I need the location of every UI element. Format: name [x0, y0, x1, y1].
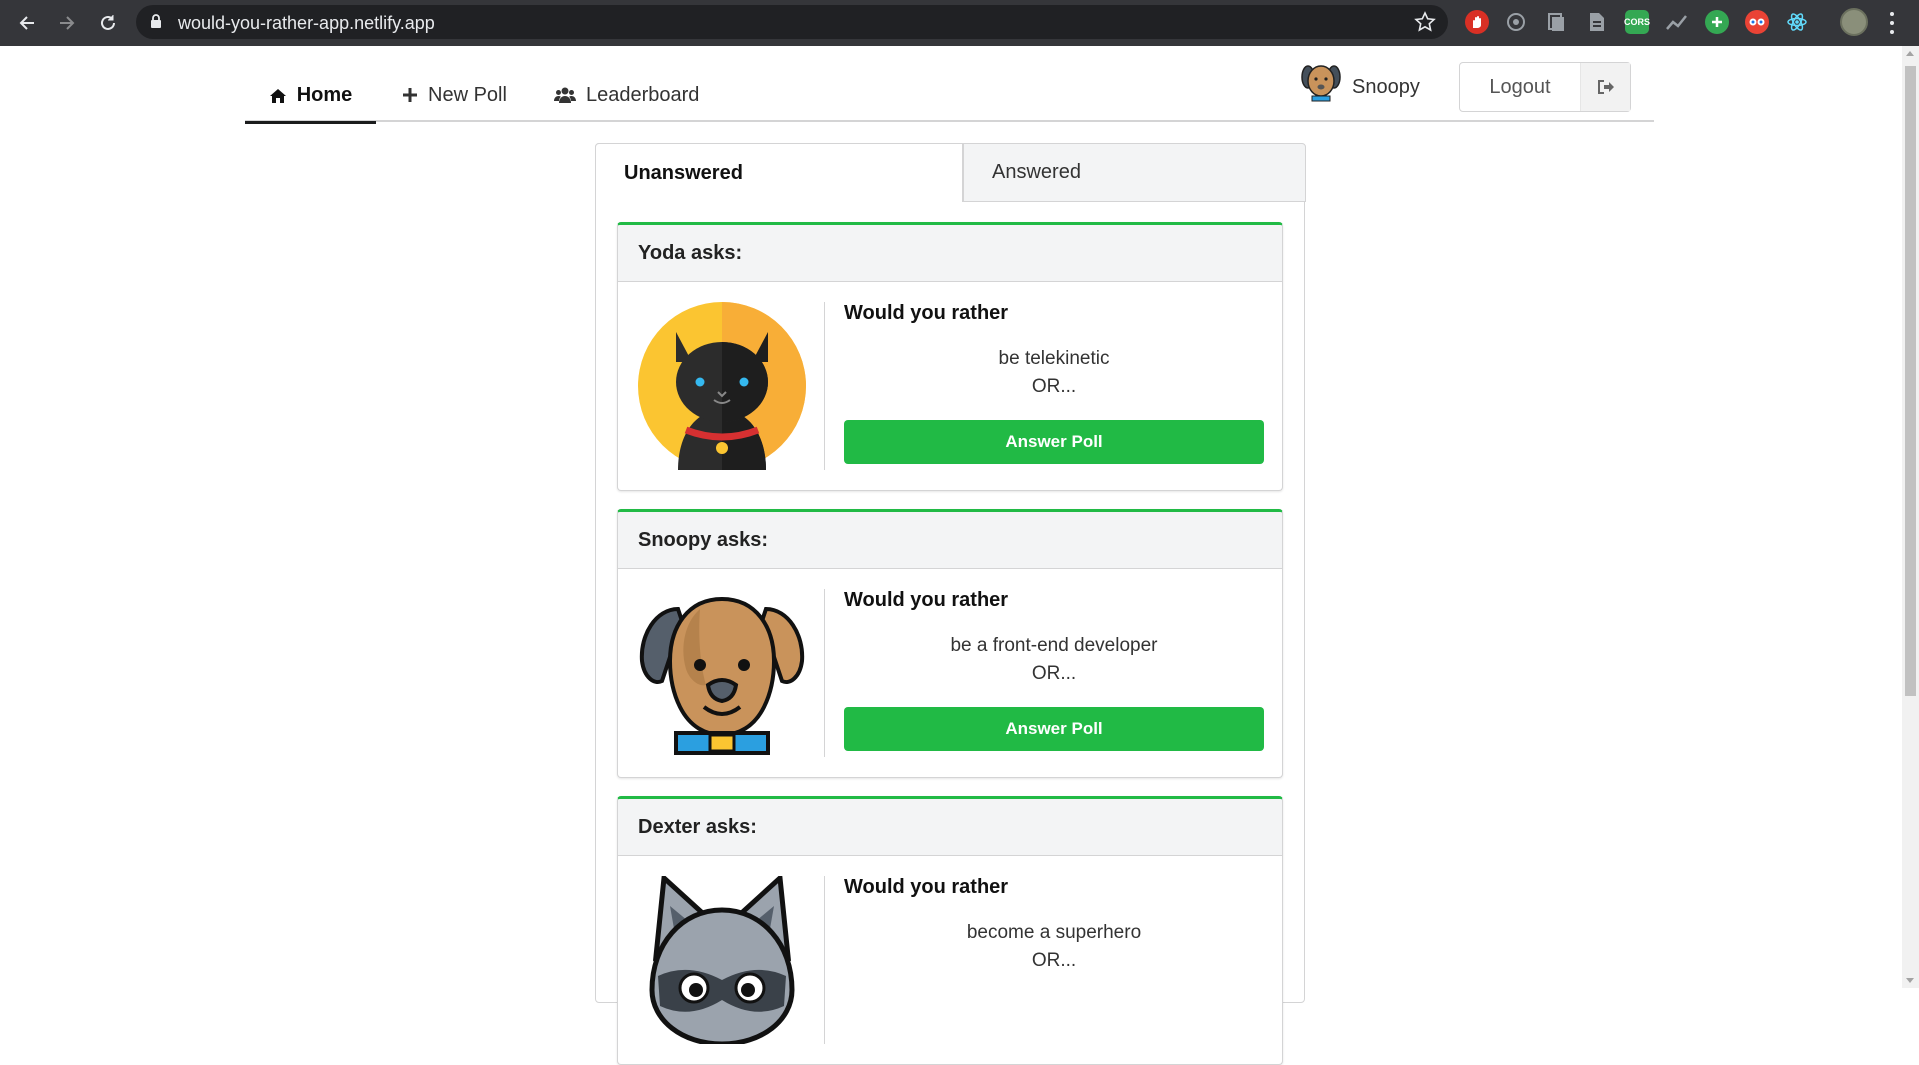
- card-divider: [824, 876, 825, 1044]
- plus-icon: [403, 88, 417, 102]
- question-card: Dexter asks: Would you rather become a s…: [617, 796, 1283, 1065]
- option-one-text: become a superhero: [966, 922, 1142, 943]
- tab-unanswered[interactable]: Unanswered: [595, 143, 963, 202]
- stats-icon[interactable]: [1665, 10, 1689, 34]
- option-one-text: be telekinetic: [998, 348, 1110, 369]
- nav-leaderboard-label: Leaderboard: [586, 83, 700, 106]
- dog-avatar-small: [1301, 65, 1341, 102]
- raccoon-avatar: [649, 876, 795, 1044]
- question-author: Dexter asks:: [618, 799, 1282, 856]
- page-scrollbar[interactable]: [1902, 46, 1919, 988]
- nav-leaderboard[interactable]: Leaderboard: [554, 70, 699, 120]
- nav-new-poll-label: New Poll: [428, 83, 507, 106]
- react-icon[interactable]: [1785, 10, 1809, 34]
- answer-poll-button[interactable]: Answer Poll: [844, 420, 1264, 464]
- address-bar[interactable]: would-you-rather-app.netlify.app: [136, 5, 1448, 39]
- current-user: Snoopy: [1300, 61, 1420, 103]
- back-icon[interactable]: [14, 10, 40, 36]
- browser-toolbar: would-you-rather-app.netlify.app CORS: [0, 0, 1919, 46]
- browser-menu-icon[interactable]: [1884, 10, 1900, 36]
- question-author: Snoopy asks:: [618, 512, 1282, 569]
- dog-avatar: [639, 596, 805, 755]
- cat-avatar: [638, 302, 806, 470]
- answer-poll-button[interactable]: Answer Poll: [844, 707, 1264, 751]
- bookmark-star-icon[interactable]: [1414, 11, 1436, 38]
- scroll-up-icon[interactable]: [1906, 51, 1914, 56]
- cors-icon[interactable]: CORS: [1624, 10, 1650, 34]
- users-icon: [554, 87, 576, 103]
- option-one-text: be a front-end developer: [950, 635, 1158, 656]
- url-text: would-you-rather-app.netlify.app: [178, 13, 435, 33]
- question-title: Would you rather: [844, 589, 1009, 611]
- or-text: OR...: [1031, 376, 1077, 397]
- nav-home-label: Home: [296, 84, 353, 106]
- card-divider: [824, 589, 825, 757]
- tab-answered-label: Answered: [992, 161, 1081, 183]
- pages-icon[interactable]: [1544, 10, 1568, 34]
- logout-label: Logout: [1489, 75, 1551, 98]
- question-tabs-container: Unanswered Answered Yoda asks: Would you…: [595, 143, 1306, 1065]
- question-card: Snoopy asks: Would you rather be a front…: [617, 509, 1283, 778]
- nav-home[interactable]: Home: [245, 70, 376, 124]
- scrollbar-thumb[interactable]: [1905, 66, 1916, 696]
- tab-unanswered-label: Unanswered: [624, 161, 743, 184]
- top-menu: Home New Poll Leaderboard Snoopy Logout: [245, 58, 1654, 124]
- question-title: Would you rather: [844, 876, 1009, 898]
- reload-icon[interactable]: [95, 10, 121, 36]
- home-icon: [269, 88, 286, 103]
- browser-profile-avatar[interactable]: [1840, 8, 1868, 36]
- nav-new-poll[interactable]: New Poll: [402, 70, 507, 120]
- glasses-icon[interactable]: [1745, 10, 1769, 34]
- tab-answered[interactable]: Answered: [963, 143, 1306, 202]
- sign-out-icon: [1580, 63, 1630, 111]
- question-author: Yoda asks:: [618, 225, 1282, 282]
- logout-button[interactable]: Logout: [1459, 62, 1631, 112]
- question-title: Would you rather: [844, 302, 1009, 324]
- lock-icon: [150, 14, 162, 34]
- plus-extension-icon[interactable]: [1705, 10, 1729, 34]
- scroll-down-icon[interactable]: [1906, 978, 1914, 983]
- question-card: Yoda asks: Would you rather be telekinet…: [617, 222, 1283, 491]
- card-divider: [824, 302, 825, 470]
- or-text: OR...: [1031, 950, 1077, 971]
- forward-icon[interactable]: [54, 10, 80, 36]
- podcast-icon[interactable]: [1504, 10, 1528, 34]
- adblock-icon[interactable]: [1465, 10, 1489, 34]
- docs-icon[interactable]: [1585, 10, 1609, 34]
- user-name: Snoopy: [1352, 75, 1420, 98]
- or-text: OR...: [1031, 663, 1077, 684]
